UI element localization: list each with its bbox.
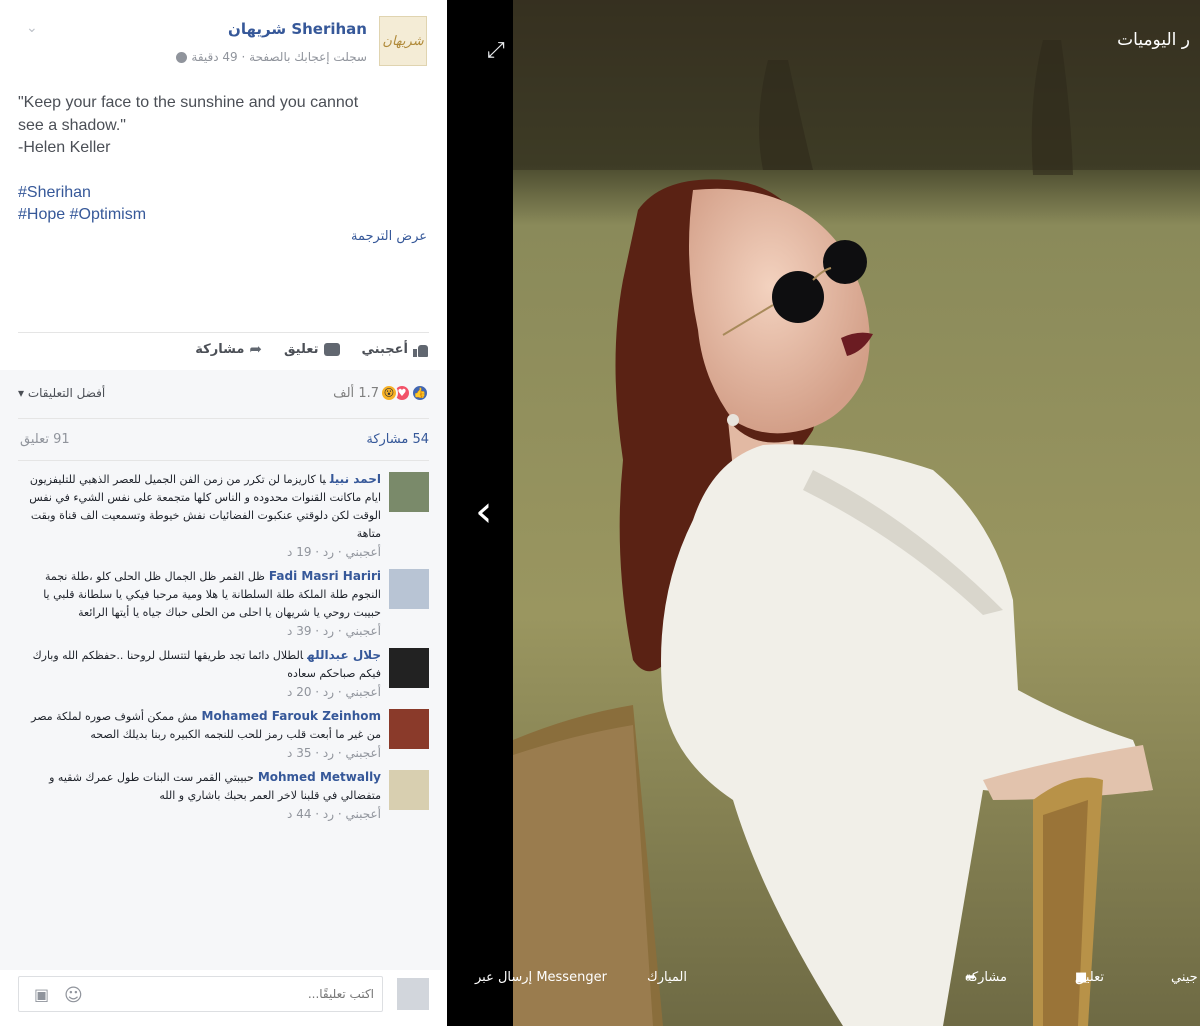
comment-body: جلال عبداللهالطلال دائما تجد طريقها لتتس…: [18, 646, 381, 683]
comment-author[interactable]: احمد نبيل: [330, 472, 381, 486]
comment-author[interactable]: Fadi Masri Hariri: [269, 569, 381, 583]
comment-item: جلال عبداللهالطلال دائما تجد طريقها لتتس…: [18, 646, 429, 699]
comment-item: احمد نبيليا كاريزما لن تكرر من زمن الفن …: [18, 470, 429, 559]
comment-author[interactable]: Mohmed Metwally: [258, 770, 381, 784]
comment-body: احمد نبيليا كاريزما لن تكرر من زمن الفن …: [18, 470, 381, 543]
translate-link[interactable]: عرض الترجمة: [351, 229, 427, 244]
photo-image: [513, 0, 1200, 1026]
album-title[interactable]: ر اليوميات: [1117, 30, 1190, 50]
page-avatar[interactable]: شريهان: [379, 16, 427, 66]
photo[interactable]: [513, 0, 1200, 1026]
expand-icon[interactable]: ⤢: [487, 38, 505, 63]
like-label: أعجبني: [361, 341, 408, 357]
viewer-messenger-button[interactable]: إرسال عبر Messenger: [475, 970, 607, 985]
post-line: "Keep your face to the sunshine and you …: [18, 94, 359, 111]
post-line: -Helen Keller: [18, 139, 111, 156]
comment-sort-dropdown[interactable]: أفضل التعليقات ▾: [18, 386, 105, 400]
wow-icon: 😮: [380, 384, 398, 402]
share-arrow-icon: ➦: [249, 340, 262, 358]
sticker-icon[interactable]: ▣: [34, 985, 49, 1004]
chevron-down-icon[interactable]: ⌄: [26, 20, 38, 36]
comment-author[interactable]: Mohamed Farouk Zeinhom: [202, 709, 381, 723]
comment-item: Fadi Masri Haririظل القمر ظل الجمال ظل ا…: [18, 567, 429, 638]
share-label: مشاركة: [195, 341, 245, 357]
post-actions: أعجبني تعليق ➦ مشاركة: [195, 340, 429, 358]
reaction-count: 1.7 ألف: [333, 385, 379, 401]
post-subtitle: سجلت إعجابك بالصفحة · 49 دقيقة: [176, 50, 367, 64]
hashtag-link[interactable]: #Sherihan: [18, 182, 428, 205]
comment-body: Fadi Masri Haririظل القمر ظل الجمال ظل ا…: [18, 567, 381, 622]
share-count[interactable]: 54 مشاركة: [366, 432, 429, 447]
reactions-summary[interactable]: 👍 ♥ 😮 1.7 ألف: [333, 384, 429, 402]
photo-viewer: ⤢ ‹ ر اليوميات إرسال عبر Messenger الميا…: [447, 0, 1200, 1026]
comment-body: Mohamed Farouk Zeinhomمش ممكن أشوف صوره …: [18, 707, 381, 744]
commenter-avatar[interactable]: [389, 770, 429, 810]
globe-icon: [176, 51, 188, 63]
like-button[interactable]: أعجبني: [362, 340, 429, 358]
reactions-row: 👍 ♥ 😮 1.7 ألف أفضل التعليقات ▾: [18, 382, 429, 404]
commenter-avatar[interactable]: [389, 472, 429, 512]
comment-meta[interactable]: أعجبني · رد · 20 د: [18, 685, 381, 699]
comment-meta[interactable]: أعجبني · رد · 39 د: [18, 624, 381, 638]
post-text: "Keep your face to the sunshine and you …: [18, 92, 428, 227]
post-line: see a shadow.": [18, 116, 126, 134]
emoji-icon[interactable]: ☺: [64, 985, 83, 1006]
previous-photo-icon[interactable]: ‹: [475, 486, 493, 537]
hashtags: #Sherihan #Hope #Optimism: [18, 182, 428, 227]
divider: [18, 460, 429, 461]
page-name[interactable]: Sherihan شريهان: [228, 20, 367, 38]
share-button[interactable]: ➦ مشاركة: [195, 340, 262, 358]
viewer-share-label: مشاركة: [965, 970, 1007, 985]
hashtag-link[interactable]: #Hope #Optimism: [18, 204, 428, 227]
comment-icon: [323, 342, 340, 356]
comment-text: يا كاريزما لن تكرر من زمن الفن الجميل لل…: [29, 473, 381, 540]
post-panel: شريهان Sherihan شريهان سجلت إعجابك بالصف…: [0, 0, 447, 1026]
like-icon: 👍: [411, 384, 429, 402]
comment-meta[interactable]: أعجبني · رد · 35 د: [18, 746, 381, 760]
comment-list: احمد نبيليا كاريزما لن تكرر من زمن الفن …: [18, 470, 429, 829]
comment-item: Mohmed Metwallyحبيبتي القمر ست البنات طو…: [18, 768, 429, 821]
commenter-avatar[interactable]: [389, 709, 429, 749]
comment-count[interactable]: 91 تعليق: [20, 432, 70, 447]
comment-body: Mohmed Metwallyحبيبتي القمر ست البنات طو…: [18, 768, 381, 805]
commenter-avatar[interactable]: [389, 648, 429, 688]
comment-composer: ☺ ▣: [18, 974, 429, 1014]
comment-label: تعليق: [283, 341, 319, 357]
comment-author[interactable]: جلال عبدالله: [307, 648, 381, 662]
commenter-avatar[interactable]: [389, 569, 429, 609]
comment-meta[interactable]: أعجبني · رد · 44 د: [18, 807, 381, 821]
page-logo-text: شريهان: [382, 33, 424, 49]
comment-button[interactable]: تعليق: [284, 340, 340, 358]
viewer-comment-label: تعليق: [1075, 970, 1104, 985]
comment-meta[interactable]: أعجبني · رد · 19 د: [18, 545, 381, 559]
post-header: شريهان Sherihan شريهان سجلت إعجابك بالصف…: [14, 14, 429, 72]
viewer-like-button[interactable]: جيني: [1171, 970, 1198, 985]
divider: [18, 418, 429, 419]
viewer-tag-button[interactable]: الميارك: [647, 970, 687, 985]
divider: [18, 332, 429, 333]
post-subtitle-text: سجلت إعجابك بالصفحة · 49 دقيقة: [191, 50, 367, 64]
viewer-action-bar: إرسال عبر Messenger الميارك ➦ مشاركة ■ ت…: [447, 970, 1200, 1000]
comment-item: Mohamed Farouk Zeinhomمش ممكن أشوف صوره …: [18, 707, 429, 760]
current-user-avatar: [397, 978, 429, 1010]
thumbs-up-icon: [413, 342, 429, 357]
